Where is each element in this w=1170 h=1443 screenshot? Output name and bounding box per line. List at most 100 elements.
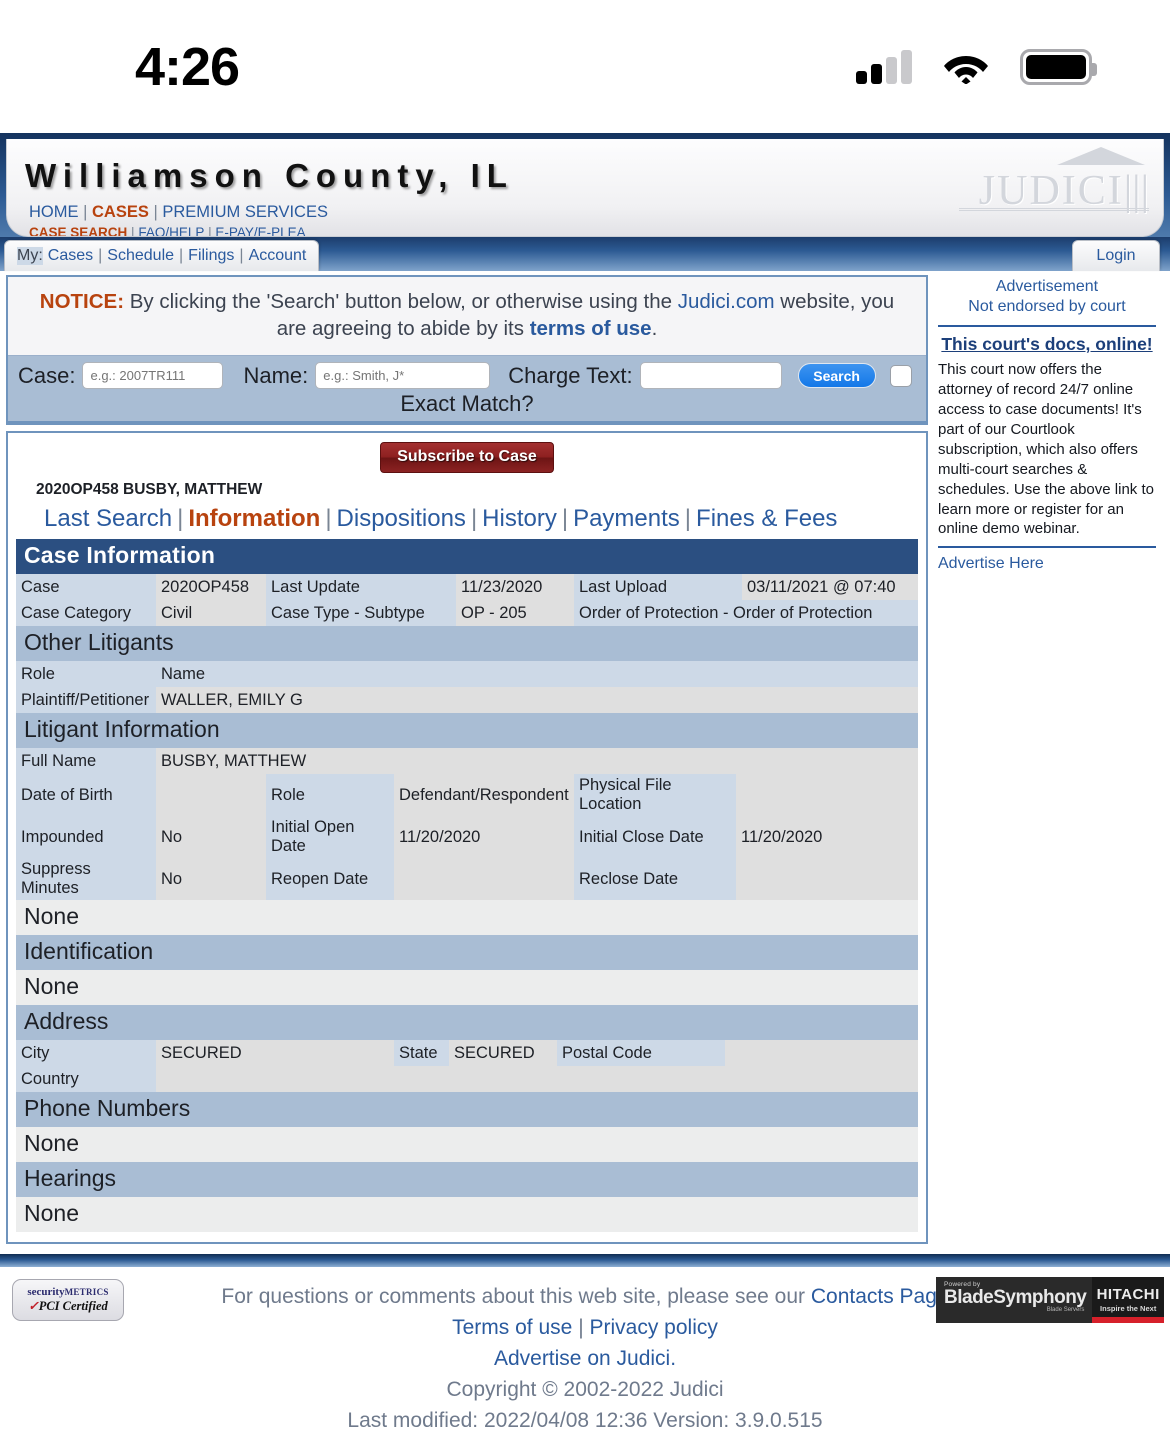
section-header-phone-numbers: Phone Numbers: [16, 1092, 918, 1128]
nav-cases[interactable]: CASES: [92, 203, 149, 221]
main-column: NOTICE: By clicking the 'Search' button …: [0, 271, 928, 1245]
terms-of-use-link[interactable]: terms of use: [530, 317, 652, 340]
table-row: Case 2020OP458 Last Update 11/23/2020 La…: [16, 574, 918, 601]
case-type-subtype-value-cell: OP - 205: [456, 600, 574, 627]
subscribe-to-case-button[interactable]: Subscribe to Case: [380, 442, 554, 474]
litigant-information-none: None: [16, 900, 918, 936]
physical-file-location-label-cell: Physical File Location: [574, 774, 736, 817]
judici-logo-underline: [959, 208, 1149, 211]
impounded-label-cell: Impounded: [16, 816, 156, 859]
city-label-cell: City: [16, 1040, 156, 1067]
nav-case-search[interactable]: CASE SEARCH: [29, 225, 127, 236]
reclose-date-value-cell: [736, 858, 918, 901]
reopen-date-label-cell: Reopen Date: [266, 858, 394, 901]
full-name-value-link[interactable]: BUSBY, MATTHEW: [156, 748, 918, 775]
advertisement-line2: Not endorsed by court: [968, 298, 1126, 316]
courthouse-roof-icon: [1057, 147, 1145, 165]
postal-code-label-cell: Postal Code: [557, 1040, 725, 1067]
judici-com-link[interactable]: Judici.com: [678, 290, 775, 313]
table-row: Date of Birth Role Defendant/Respondent …: [16, 774, 918, 817]
my-cases-link[interactable]: Cases: [48, 247, 93, 265]
advertisement-label: Advertisement Not endorsed by court: [938, 277, 1156, 318]
tab-fines-fees[interactable]: Fines & Fees: [696, 505, 837, 532]
postal-code-value-cell: [725, 1040, 918, 1067]
my-schedule-link[interactable]: Schedule: [107, 247, 174, 265]
tab-separator: |: [325, 505, 332, 533]
nav-separator: |: [153, 203, 158, 221]
privacy-policy-link[interactable]: Privacy policy: [590, 1316, 718, 1339]
advertisement-divider-top: [938, 324, 1156, 327]
terms-of-use-footer-link[interactable]: Terms of use: [452, 1316, 572, 1339]
notice-text-1: By clicking the 'Search' button below, o…: [124, 290, 678, 313]
wifi-icon: [942, 50, 990, 84]
tab-separator: |: [470, 505, 478, 533]
litigant-name-link[interactable]: WALLER, EMILY G: [156, 687, 918, 714]
advertise-on-judici-link[interactable]: Advertise on Judici.: [494, 1347, 676, 1370]
contacts-page-link[interactable]: Contacts Page: [811, 1285, 949, 1308]
tab-payments[interactable]: Payments: [573, 505, 680, 532]
primary-nav: HOME | CASES | PREMIUM SERVICES: [29, 203, 328, 222]
notice-label: NOTICE:: [39, 290, 125, 313]
tab-information[interactable]: Information: [188, 505, 320, 532]
site-header: Williamson County, IL HOME | CASES | PRE…: [0, 133, 1170, 271]
secondary-nav: CASE SEARCH | FAQ/HELP | E-PAY/E-PLEA: [29, 225, 306, 237]
hitachi-red-bar: [1092, 1317, 1164, 1324]
country-label-cell: Country: [16, 1066, 156, 1093]
advertisement-divider-bottom: [938, 546, 1156, 549]
case-number-heading: 2020OP458 BUSBY, MATTHEW: [36, 481, 263, 499]
my-filings-link[interactable]: Filings: [188, 247, 234, 265]
physical-file-location-value-cell: [736, 774, 918, 817]
table-row: Full Name BUSBY, MATTHEW: [16, 748, 918, 775]
login-button[interactable]: Login: [1072, 240, 1160, 271]
case-detail-panel: Subscribe to Case 2020OP458 BUSBY, MATTH…: [6, 431, 928, 1245]
reopen-date-value-cell: [394, 858, 574, 901]
last-update-label-cell: Last Update: [266, 574, 456, 601]
state-value-cell: SECURED: [449, 1040, 557, 1067]
tab-last-search[interactable]: Last Search: [44, 505, 172, 532]
check-icon: ✓: [28, 1299, 39, 1314]
name-column-header: Name: [156, 661, 918, 688]
nav-premium-services[interactable]: PREMIUM SERVICES: [162, 203, 328, 221]
my-label: My:: [17, 247, 43, 265]
my-account-link[interactable]: Account: [249, 247, 307, 265]
nav-faq-help[interactable]: FAQ/HELP: [138, 225, 204, 236]
bladesymphony-hitachi-banner[interactable]: Powered by BladeSymphony Blade Servers H…: [936, 1277, 1164, 1324]
case-category-label-cell: Case Category: [16, 600, 156, 627]
search-button[interactable]: Search: [797, 363, 876, 389]
securitymetrics-pci-badge[interactable]: securityMETRICS ✓PCI Certified: [12, 1279, 124, 1322]
initial-open-date-label-cell: Initial Open Date: [266, 816, 394, 859]
exact-match-checkbox[interactable]: [889, 364, 912, 387]
charge-text-label: Charge Text:: [508, 362, 633, 388]
my-separator: |: [179, 247, 184, 264]
my-tab[interactable]: My: Cases | Schedule | Filings | Account: [4, 240, 320, 271]
my-bar: My: Cases | Schedule | Filings | Account…: [0, 237, 1170, 271]
nav-separator: |: [208, 225, 212, 237]
exact-match-label: Exact Match?: [400, 391, 534, 417]
advertisement-column: Advertisement Not endorsed by court This…: [928, 271, 1164, 1244]
name-label: Name:: [243, 362, 309, 388]
tab-history[interactable]: History: [482, 505, 557, 532]
bladesymphony-logo: Powered by BladeSymphony Blade Servers: [936, 1277, 1093, 1324]
charge-text-input[interactable]: [639, 362, 782, 390]
case-input[interactable]: [82, 362, 224, 390]
nav-epay-eplea[interactable]: E-PAY/E-PLEA: [215, 225, 305, 236]
notice-banner: NOTICE: By clicking the 'Search' button …: [8, 277, 926, 357]
hitachi-logo: HITACHI Inspire the Next: [1092, 1277, 1164, 1324]
tab-dispositions[interactable]: Dispositions: [337, 505, 466, 532]
address-table: City SECURED State SECURED Postal Code C…: [16, 1040, 918, 1093]
subscribe-row: Subscribe to Case: [16, 439, 918, 479]
section-header-hearings: Hearings: [16, 1162, 918, 1198]
search-bar: Case: Name: Charge Text: Search Exact Ma…: [8, 356, 926, 424]
date-of-birth-label-cell: Date of Birth: [16, 774, 156, 817]
pci-badge-line1-small: METRICS: [64, 1287, 109, 1298]
advertisement-headline-link[interactable]: This court's docs, online!: [938, 334, 1156, 355]
nav-home[interactable]: HOME: [29, 203, 79, 221]
date-of-birth-value-cell: [156, 774, 266, 817]
name-input[interactable]: [315, 362, 491, 390]
judici-logo[interactable]: JUDICI|||: [959, 147, 1149, 215]
tab-separator: |: [684, 505, 692, 533]
notice-text-3: .: [651, 317, 658, 341]
advertisement-line1: Advertisement: [995, 278, 1099, 295]
table-row: Suppress Minutes No Reopen Date Reclose …: [16, 858, 918, 901]
advertise-here-link[interactable]: Advertise Here: [938, 555, 1044, 572]
